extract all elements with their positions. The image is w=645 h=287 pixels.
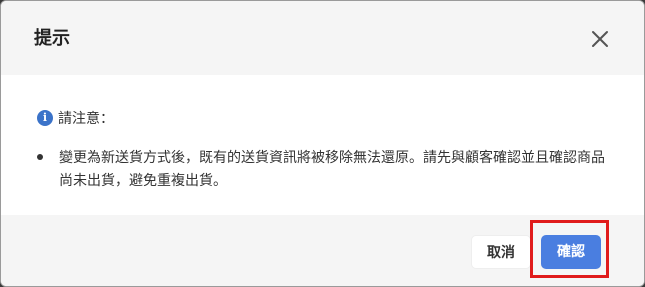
dialog-header: 提示	[1, 1, 644, 75]
cancel-button[interactable]: 取消	[471, 235, 531, 269]
confirm-button[interactable]: 確認	[541, 235, 601, 269]
dialog-body: i 請注意： 變更為新送貨方式後，既有的送貨資訊將被移除無法還原。請先與顧客確認…	[1, 75, 644, 215]
notice-label: 請注意：	[58, 111, 114, 127]
notice-heading: i 請注意：	[37, 108, 114, 128]
list-item: 變更為新送貨方式後，既有的送貨資訊將被移除無法還原。請先與顧客確認並且確認商品尚…	[37, 147, 617, 193]
close-button[interactable]	[586, 25, 614, 53]
warning-text: 變更為新送貨方式後，既有的送貨資訊將被移除無法還原。請先與顧客確認並且確認商品尚…	[59, 150, 605, 189]
dialog-title: 提示	[34, 28, 70, 49]
bullet-icon	[37, 154, 43, 160]
confirm-dialog: 提示 i 請注意： 變更為新送貨方式後，既有的送貨資訊將被移除無法還原。請先與顧…	[0, 0, 645, 287]
dialog-footer: 取消 確認	[1, 215, 644, 286]
info-icon: i	[37, 110, 53, 126]
close-icon	[592, 31, 608, 47]
